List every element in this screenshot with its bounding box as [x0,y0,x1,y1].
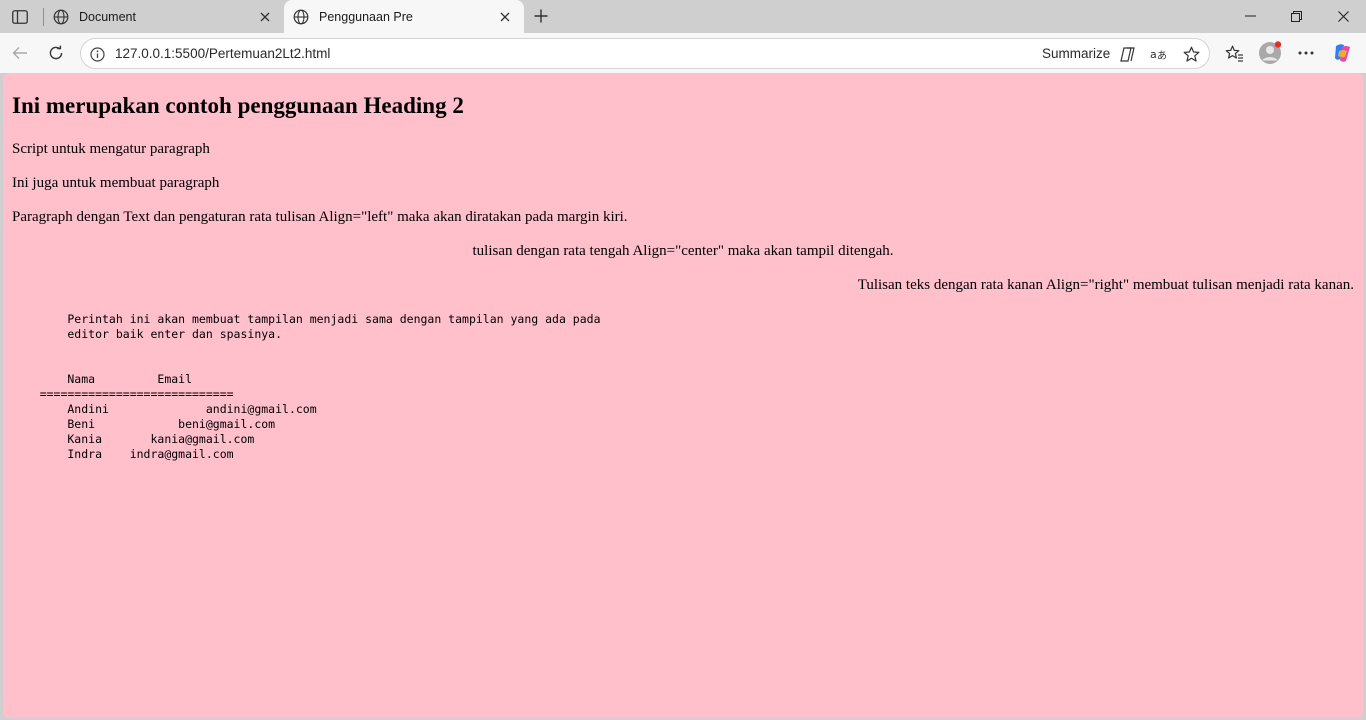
tab-strip: Document Penggunaan Pre [0,0,1366,33]
address-bar[interactable]: 127.0.0.1:5500/Pertemuan2Lt2.html Summar… [80,38,1210,69]
translate-icon[interactable]: aあ [1149,44,1169,64]
globe-icon [52,8,70,26]
info-icon[interactable] [88,45,106,63]
tab-penggunaan-pre[interactable]: Penggunaan Pre [284,0,524,33]
paragraph-2: Ini juga untuk membuat paragraph [12,175,220,191]
copilot-icon[interactable] [1331,41,1355,65]
page-heading: Ini merupakan contoh penggunaan Heading … [12,93,464,118]
page-viewport: Ini merupakan contoh penggunaan Heading … [3,73,1363,718]
pre-text-block: Perintah ini akan membuat tampilan menja… [67,312,601,341]
favorites-list-icon[interactable] [1222,41,1246,65]
ellipsis-icon[interactable] [1294,41,1318,65]
globe-icon [292,8,310,26]
star-icon[interactable] [1181,44,1201,64]
summarize-button[interactable]: Summarize [1042,46,1110,61]
svg-text:あ: あ [1157,50,1167,62]
minimize-button[interactable] [1227,2,1273,30]
paragraph-center-aligned: tulisan dengan rata tengah Align="center… [472,243,894,259]
refresh-icon[interactable] [44,41,68,65]
close-icon[interactable] [256,8,274,26]
url-text[interactable]: 127.0.0.1:5500/Pertemuan2Lt2.html [115,46,330,61]
close-icon[interactable] [496,8,514,26]
sidebar-toggle-icon[interactable] [8,6,32,28]
restore-button[interactable] [1273,2,1319,30]
copilot-summarize-icon[interactable] [1117,44,1137,64]
tab-document[interactable]: Document [44,0,284,33]
new-tab-button[interactable] [530,5,552,27]
tab-title: Document [79,9,136,24]
tab-title: Penggunaan Pre [319,9,413,24]
pre-table-block: Nama Email ============================ … [39,372,317,461]
browser-toolbar: 127.0.0.1:5500/Pertemuan2Lt2.html Summar… [0,33,1366,73]
avatar[interactable] [1258,41,1282,65]
paragraph-right-aligned: Tulisan teks dengan rata kanan Align="ri… [857,277,1354,293]
svg-text:a: a [1150,48,1157,61]
paragraph-left-aligned: Paragraph dengan Text dan pengaturan rat… [12,209,628,225]
close-window-button[interactable] [1320,2,1366,30]
paragraph-1: Script untuk mengatur paragraph [12,141,210,157]
back-arrow-icon[interactable] [8,41,32,65]
